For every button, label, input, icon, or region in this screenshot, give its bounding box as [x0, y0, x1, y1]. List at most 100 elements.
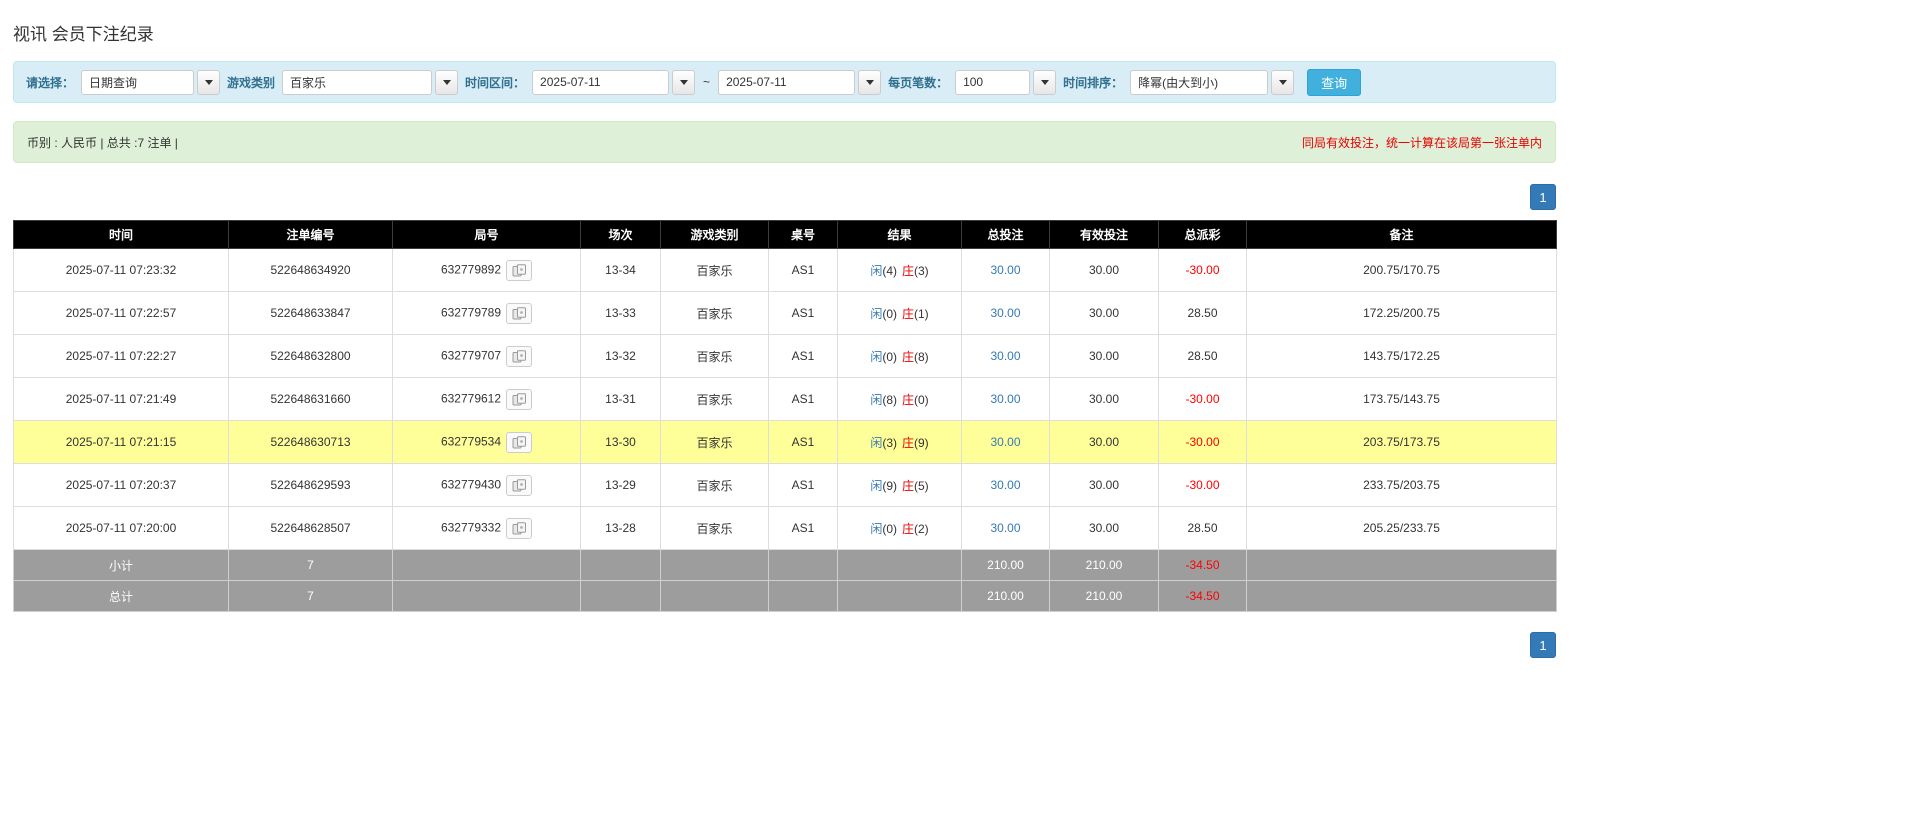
- sort-dropdown-button[interactable]: [1271, 70, 1294, 95]
- date-to-dropdown-button[interactable]: [858, 70, 881, 95]
- round-replay-button[interactable]: [506, 432, 532, 453]
- result-player-label: 闲: [870, 393, 882, 407]
- bet-records-table: 时间 注单编号 局号 场次 游戏类别 桌号 结果 总投注 有效投注 总派彩 备注…: [13, 220, 1557, 612]
- cell-note: 203.75/173.75: [1247, 421, 1557, 464]
- table-footer: 小计 7 210.00 210.00 -34.50 总计 7: [14, 550, 1557, 612]
- game-type-input[interactable]: [282, 70, 432, 95]
- cards-icon: [512, 307, 527, 320]
- header-session: 场次: [581, 221, 661, 249]
- round-replay-button[interactable]: [506, 346, 532, 367]
- total-bet-link[interactable]: 30.00: [990, 521, 1020, 535]
- cell-valid-bet: 30.00: [1050, 292, 1159, 335]
- result-player-value: (8): [882, 393, 897, 407]
- result-player-label: 闲: [870, 350, 882, 364]
- round-replay-button[interactable]: [506, 475, 532, 496]
- caret-down-icon: [866, 80, 874, 85]
- game-type-dropdown-button[interactable]: [435, 70, 458, 95]
- result-banker-value: (1): [914, 307, 929, 321]
- cell-payout: 28.50: [1159, 292, 1247, 335]
- caret-down-icon: [1279, 80, 1287, 85]
- cards-icon: [512, 479, 527, 492]
- search-button[interactable]: 查询: [1307, 69, 1361, 96]
- total-bet-link[interactable]: 30.00: [990, 306, 1020, 320]
- table-row: 2025-07-11 07:22:27 522648632800 6327797…: [14, 335, 1557, 378]
- cell-round-id: 632779534: [393, 421, 581, 464]
- total-bet-link[interactable]: 30.00: [990, 349, 1020, 363]
- cards-icon: [512, 350, 527, 363]
- cell-time: 2025-07-11 07:20:00: [14, 507, 229, 550]
- cell-table-no: AS1: [769, 378, 838, 421]
- cell-bet-id: 522648629593: [229, 464, 393, 507]
- date-to-input[interactable]: [718, 70, 855, 95]
- result-banker-label: 庄: [902, 436, 914, 450]
- round-replay-button[interactable]: [506, 389, 532, 410]
- cards-icon: [512, 264, 527, 277]
- cell-result: 闲(9)庄(5): [838, 464, 962, 507]
- cell-time: 2025-07-11 07:23:32: [14, 249, 229, 292]
- cell-result: 闲(4)庄(3): [838, 249, 962, 292]
- caret-down-icon: [205, 80, 213, 85]
- game-type-label: 游戏类别: [227, 74, 275, 91]
- select-type-input[interactable]: [81, 70, 194, 95]
- cell-total-bet: 30.00: [962, 292, 1050, 335]
- result-player-label: 闲: [870, 436, 882, 450]
- cell-total-bet: 30.00: [962, 378, 1050, 421]
- page-size-input[interactable]: [955, 70, 1030, 95]
- total-bet-link[interactable]: 30.00: [990, 478, 1020, 492]
- pagination-page-button[interactable]: 1: [1530, 632, 1556, 658]
- round-replay-button[interactable]: [506, 303, 532, 324]
- result-player-value: (0): [882, 307, 897, 321]
- cell-payout: -30.00: [1159, 421, 1247, 464]
- subtotal-count: 7: [229, 550, 393, 581]
- table-row: 2025-07-11 07:23:32 522648634920 6327798…: [14, 249, 1557, 292]
- sort-input[interactable]: [1130, 70, 1268, 95]
- round-id-text: 632779430: [441, 477, 501, 491]
- table-row: 2025-07-11 07:21:15 522648630713 6327795…: [14, 421, 1557, 464]
- table-row: 2025-07-11 07:20:00 522648628507 6327793…: [14, 507, 1557, 550]
- round-replay-button[interactable]: [506, 260, 532, 281]
- subtotal-payout: -34.50: [1159, 550, 1247, 581]
- game-type-combobox: [282, 70, 458, 95]
- table-row: 2025-07-11 07:21:49 522648631660 6327796…: [14, 378, 1557, 421]
- cell-result: 闲(0) 庄(1): [838, 292, 962, 335]
- total-count: 7: [229, 581, 393, 612]
- result-player-label: 闲: [870, 307, 882, 321]
- date-from-dropdown-button[interactable]: [672, 70, 695, 95]
- result-banker-label: 庄: [902, 307, 914, 321]
- result-player-label: 闲: [870, 522, 882, 536]
- header-total-bet: 总投注: [962, 221, 1050, 249]
- header-table-no: 桌号: [769, 221, 838, 249]
- total-row: 总计 7 210.00 210.00 -34.50: [14, 581, 1557, 612]
- cell-session: 13-31: [581, 378, 661, 421]
- cell-bet-id: 522648634920: [229, 249, 393, 292]
- cell-round-id: 632779707: [393, 335, 581, 378]
- cell-session: 13-33: [581, 292, 661, 335]
- result-player-value: (0): [882, 350, 897, 364]
- header-note: 备注: [1247, 221, 1557, 249]
- cell-game-type: 百家乐: [661, 249, 769, 292]
- cards-icon: [512, 393, 527, 406]
- cell-result: 闲(0)庄(2): [838, 507, 962, 550]
- date-from-input[interactable]: [532, 70, 669, 95]
- subtotal-row: 小计 7 210.00 210.00 -34.50: [14, 550, 1557, 581]
- round-replay-button[interactable]: [506, 518, 532, 539]
- header-time: 时间: [14, 221, 229, 249]
- cell-result: 闲(3)庄(9): [838, 421, 962, 464]
- result-banker-value: (3): [914, 264, 929, 278]
- total-bet-link[interactable]: 30.00: [990, 392, 1020, 406]
- total-label: 总计: [14, 581, 229, 612]
- cards-icon: [512, 522, 527, 535]
- result-banker-label: 庄: [902, 522, 914, 536]
- pagination-page-button[interactable]: 1: [1530, 184, 1556, 210]
- total-bet-link[interactable]: 30.00: [990, 263, 1020, 277]
- total-bet-link[interactable]: 30.00: [990, 435, 1020, 449]
- cell-table-no: AS1: [769, 421, 838, 464]
- cell-valid-bet: 30.00: [1050, 249, 1159, 292]
- result-banker-label: 庄: [902, 479, 914, 493]
- select-type-dropdown-button[interactable]: [197, 70, 220, 95]
- result-player-value: (4): [882, 264, 897, 278]
- page-size-dropdown-button[interactable]: [1033, 70, 1056, 95]
- cell-bet-id: 522648633847: [229, 292, 393, 335]
- caret-down-icon: [680, 80, 688, 85]
- cell-payout: -30.00: [1159, 378, 1247, 421]
